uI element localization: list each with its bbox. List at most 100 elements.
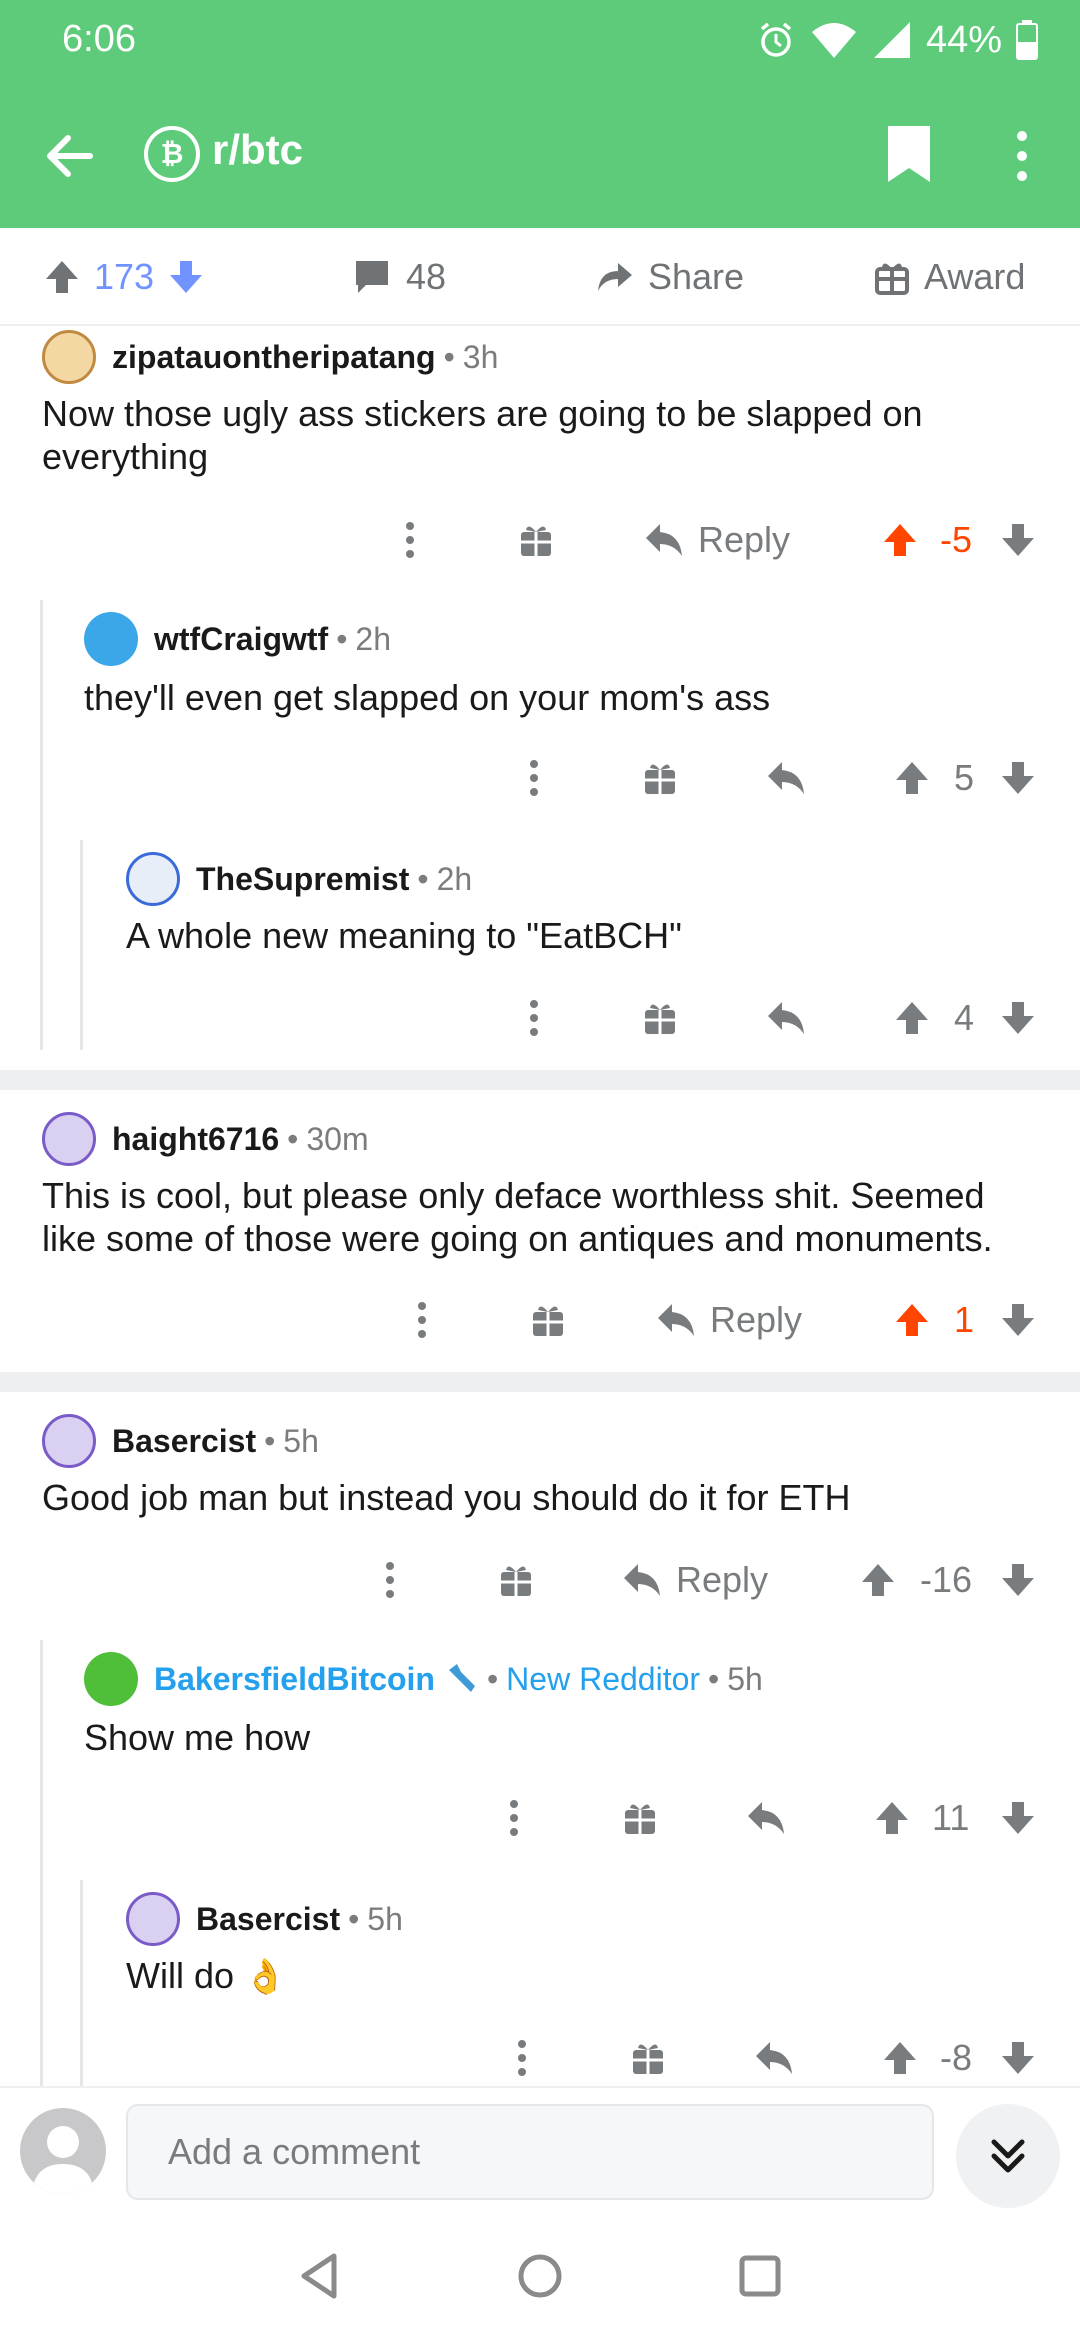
- comment-username[interactable]: Basercist: [196, 1901, 340, 1938]
- gift-icon[interactable]: [642, 748, 678, 808]
- post-comments-button[interactable]: 48: [352, 228, 446, 326]
- battery-icon: [1016, 20, 1038, 60]
- more-options-icon[interactable]: [1004, 126, 1040, 186]
- reply-icon[interactable]: [754, 2028, 794, 2088]
- more-options-icon[interactable]: [524, 748, 544, 808]
- upvote-icon[interactable]: [874, 1788, 910, 1848]
- reply-button[interactable]: Reply: [644, 510, 790, 570]
- gift-icon[interactable]: [630, 2028, 666, 2088]
- comment-header: TheSupremist • 2h: [126, 852, 472, 906]
- reply-icon: [624, 1564, 660, 1596]
- scroll-down-button[interactable]: [956, 2104, 1060, 2208]
- downvote-icon[interactable]: [1000, 1550, 1036, 1610]
- upvote-icon[interactable]: [894, 1290, 930, 1350]
- post-actions-bar: 173 48 Share Award: [0, 228, 1080, 326]
- downvote-icon[interactable]: [1000, 1290, 1036, 1350]
- share-button[interactable]: Share: [594, 228, 744, 326]
- more-options-icon[interactable]: [400, 510, 420, 570]
- nav-back-icon[interactable]: [290, 2246, 350, 2306]
- downvote-icon[interactable]: [1000, 748, 1036, 808]
- comment-actions: Reply -16: [0, 1550, 1080, 1610]
- comment-score: 5: [954, 757, 975, 798]
- comment-actions: 4: [0, 988, 1080, 1048]
- upvote-icon[interactable]: [44, 259, 80, 295]
- comment-username[interactable]: BakersfieldBitcoin: [154, 1661, 435, 1698]
- app-header: 6:06 44% ₿ r/btc: [0, 0, 1080, 228]
- reply-button[interactable]: Reply: [656, 1290, 802, 1350]
- comment-separator: •: [708, 1660, 720, 1697]
- avatar[interactable]: [42, 1414, 96, 1468]
- downvote-icon[interactable]: [1000, 988, 1036, 1048]
- comment-time: 5h: [727, 1660, 763, 1697]
- upvote-icon[interactable]: [882, 510, 918, 570]
- comment-score: -5: [940, 519, 973, 560]
- avatar[interactable]: [84, 1652, 138, 1706]
- avatar[interactable]: [126, 1892, 180, 1946]
- downvote-icon[interactable]: [1000, 1788, 1036, 1848]
- user-avatar[interactable]: [20, 2108, 106, 2194]
- more-options-icon[interactable]: [412, 1290, 432, 1350]
- nav-home-icon[interactable]: [510, 2246, 570, 2306]
- comment-username[interactable]: TheSupremist: [196, 861, 409, 898]
- comment-score: 11: [932, 1797, 970, 1838]
- avatar[interactable]: [84, 612, 138, 666]
- award-label: Award: [924, 256, 1026, 297]
- subreddit-title[interactable]: r/btc: [212, 126, 303, 174]
- comment-username[interactable]: haight6716: [112, 1121, 279, 1158]
- downvote-icon[interactable]: [1000, 2028, 1036, 2088]
- comment-actions: 5: [0, 748, 1080, 808]
- reply-icon: [658, 1304, 694, 1336]
- comment-body: Now those ugly ass stickers are going to…: [42, 393, 923, 477]
- avatar[interactable]: [126, 852, 180, 906]
- post-score: 173: [94, 256, 155, 297]
- comment-score: -8: [940, 2037, 973, 2078]
- comment-separator: •: [348, 1900, 360, 1937]
- more-options-icon[interactable]: [512, 2028, 532, 2088]
- comment-separator: •: [486, 1660, 499, 1697]
- avatar[interactable]: [42, 330, 96, 384]
- reply-icon[interactable]: [746, 1788, 786, 1848]
- more-options-icon[interactable]: [504, 1788, 524, 1848]
- upvote-icon[interactable]: [894, 748, 930, 808]
- comment-time: 5h: [283, 1422, 319, 1459]
- more-options-icon[interactable]: [380, 1550, 400, 1610]
- nav-recents-icon[interactable]: [730, 2246, 790, 2306]
- comment-body: A whole new meaning to "EatBCH": [126, 915, 682, 956]
- upvote-icon[interactable]: [860, 1550, 896, 1610]
- upvote-icon[interactable]: [894, 988, 930, 1048]
- reply-button[interactable]: Reply: [622, 1550, 768, 1610]
- comment-separator: •: [264, 1422, 276, 1459]
- downvote-icon[interactable]: [1000, 510, 1036, 570]
- comment-username[interactable]: Basercist: [112, 1423, 256, 1460]
- back-arrow-icon[interactable]: [40, 126, 100, 186]
- gift-icon[interactable]: [530, 1290, 566, 1350]
- gift-icon[interactable]: [622, 1788, 658, 1848]
- reply-label: Reply: [676, 1559, 769, 1600]
- share-icon: [598, 263, 632, 291]
- add-comment-input[interactable]: Add a comment: [126, 2104, 934, 2200]
- thread-line: [40, 600, 43, 1050]
- toolbar: ₿ r/btc: [0, 96, 1080, 214]
- status-bar: 6:06 44%: [0, 0, 1080, 80]
- comment-time: 30m: [306, 1120, 369, 1157]
- comment-username[interactable]: wtfCraigwtf: [154, 621, 328, 658]
- add-comment-placeholder: Add a comment: [168, 2131, 421, 2172]
- reply-icon[interactable]: [766, 748, 806, 808]
- upvote-icon[interactable]: [882, 2028, 918, 2088]
- reply-icon[interactable]: [766, 988, 806, 1048]
- award-button[interactable]: Award: [874, 228, 1025, 326]
- more-options-icon[interactable]: [524, 988, 544, 1048]
- comment-actions: Reply 1: [0, 1290, 1080, 1350]
- gift-icon[interactable]: [518, 510, 554, 570]
- gift-icon[interactable]: [642, 988, 678, 1048]
- bookmark-icon[interactable]: [884, 122, 934, 186]
- gift-icon[interactable]: [498, 1550, 534, 1610]
- avatar[interactable]: [42, 1112, 96, 1166]
- signal-icon: [873, 22, 910, 58]
- comment-username[interactable]: zipatauontheripatang: [112, 339, 436, 376]
- comment-icon: [356, 261, 388, 293]
- user-avatar-icon: [32, 2126, 94, 2194]
- wifi-icon: [811, 23, 856, 58]
- downvote-icon[interactable]: [168, 259, 204, 295]
- comment-actions: -8: [0, 2028, 1080, 2088]
